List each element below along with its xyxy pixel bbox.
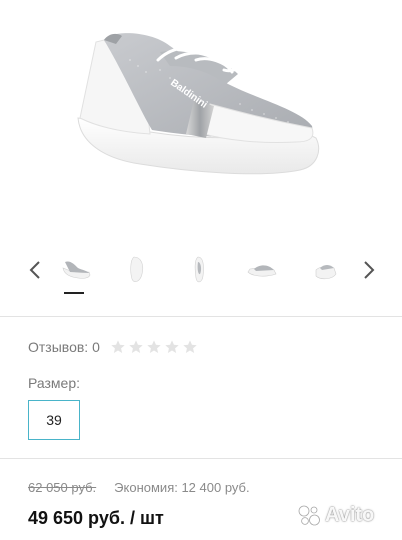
star-icon [111, 340, 125, 353]
thumb-sole-view[interactable] [120, 254, 156, 286]
price-row: 62 050 руб. Экономия: 12 400 руб. [28, 478, 250, 496]
size-option-selected[interactable]: 39 [28, 400, 80, 440]
active-thumbnail-indicator [64, 292, 84, 294]
chevron-right-icon[interactable] [356, 258, 380, 282]
savings-text: Экономия: 12 400 руб. [114, 479, 250, 495]
size-title: Размер: [28, 375, 81, 391]
star-icon [147, 340, 161, 353]
watermark-text: Avito [325, 503, 375, 526]
thumbnail-strip [0, 248, 402, 300]
divider [0, 316, 402, 317]
old-price: 62 050 руб. [28, 479, 97, 495]
thumb-front-view[interactable] [306, 254, 342, 286]
thumb-side-view[interactable] [58, 254, 94, 286]
divider [0, 458, 402, 459]
star-icon [183, 340, 197, 353]
star-icon [165, 340, 179, 353]
rating-stars [110, 339, 198, 355]
reviews-count[interactable]: Отзывов: 0 [28, 339, 100, 355]
thumb-top-view[interactable] [182, 254, 218, 286]
product-image[interactable]: Baldinini [0, 0, 402, 240]
avito-logo-icon [298, 505, 320, 526]
chevron-left-icon[interactable] [24, 258, 48, 282]
reviews-row: Отзывов: 0 [28, 338, 198, 356]
avito-watermark: Avito [296, 502, 374, 528]
star-icon [129, 340, 143, 353]
current-price: 49 650 руб. / шт [28, 508, 164, 528]
thumb-back-view[interactable] [244, 254, 280, 286]
size-option-label: 39 [46, 412, 62, 428]
